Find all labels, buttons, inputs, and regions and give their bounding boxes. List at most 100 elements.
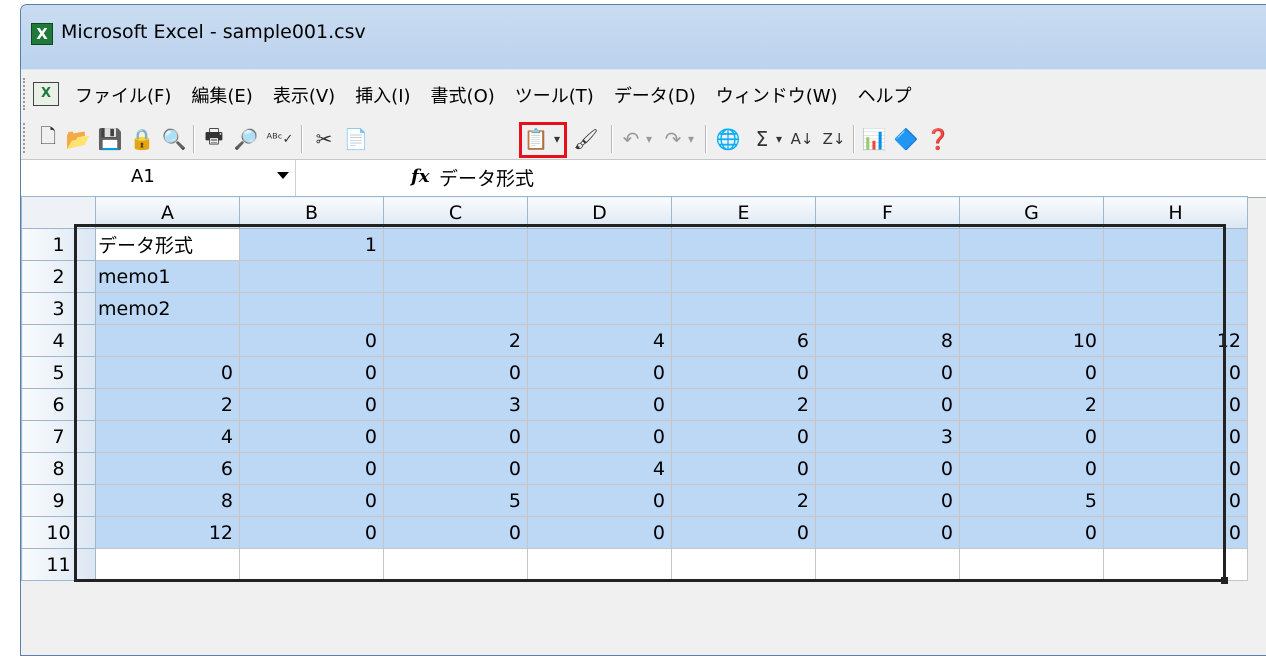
- cell[interactable]: 2: [95, 388, 240, 421]
- row-header[interactable]: 3: [21, 292, 96, 325]
- help-icon[interactable]: ❓: [925, 125, 951, 153]
- cell[interactable]: 4: [95, 420, 240, 453]
- cell[interactable]: 0: [815, 516, 960, 549]
- cell[interactable]: memo1: [95, 260, 240, 293]
- row-header[interactable]: 11: [21, 548, 96, 581]
- cell[interactable]: 0: [671, 452, 816, 485]
- cell[interactable]: 1: [239, 228, 384, 261]
- save-icon[interactable]: 💾: [97, 125, 123, 153]
- cell[interactable]: 0: [671, 420, 816, 453]
- cell[interactable]: 0: [671, 516, 816, 549]
- cell[interactable]: [959, 260, 1104, 293]
- new-icon[interactable]: 🗋: [35, 124, 61, 153]
- cell[interactable]: 0: [527, 388, 672, 421]
- cell[interactable]: 0: [815, 388, 960, 421]
- toolbar-grip[interactable]: [23, 123, 29, 153]
- cell[interactable]: 4: [527, 324, 672, 357]
- fill-handle[interactable]: [1221, 577, 1228, 584]
- column-header[interactable]: G: [959, 196, 1104, 229]
- column-header[interactable]: A: [95, 196, 240, 229]
- row-header[interactable]: 8: [21, 452, 96, 485]
- formula-input[interactable]: データ形式: [439, 164, 534, 191]
- cell[interactable]: 2: [383, 324, 528, 357]
- cell[interactable]: [527, 260, 672, 293]
- cell[interactable]: 0: [959, 516, 1104, 549]
- cell[interactable]: 0: [815, 356, 960, 389]
- cell[interactable]: 2: [959, 388, 1104, 421]
- sort-desc-icon[interactable]: Z↓: [821, 125, 847, 153]
- cell[interactable]: [815, 548, 960, 581]
- column-header[interactable]: D: [527, 196, 672, 229]
- cell[interactable]: [959, 228, 1104, 261]
- undo-dropdown-icon[interactable]: ▾: [643, 125, 655, 153]
- menu-edit[interactable]: 編集(E): [181, 82, 262, 108]
- cell[interactable]: [959, 292, 1104, 325]
- format-painter-icon[interactable]: 🖌: [573, 125, 599, 153]
- column-header[interactable]: H: [1103, 196, 1248, 229]
- cell[interactable]: [1103, 228, 1248, 261]
- cell[interactable]: 0: [815, 484, 960, 517]
- cell[interactable]: 5: [959, 484, 1104, 517]
- cell[interactable]: 3: [815, 420, 960, 453]
- menu-window[interactable]: ウィンドウ(W): [706, 82, 848, 108]
- cell[interactable]: 5: [383, 484, 528, 517]
- cell[interactable]: 0: [95, 356, 240, 389]
- row-header[interactable]: 9: [21, 484, 96, 517]
- sort-asc-icon[interactable]: A↓: [789, 125, 815, 153]
- cell[interactable]: 0: [383, 516, 528, 549]
- cell[interactable]: 0: [959, 420, 1104, 453]
- menu-file[interactable]: ファイル(F): [65, 82, 181, 108]
- cell[interactable]: [383, 292, 528, 325]
- print-preview-icon[interactable]: 🔎: [233, 125, 259, 153]
- menu-insert[interactable]: 挿入(I): [345, 82, 420, 108]
- cell[interactable]: [671, 292, 816, 325]
- cell[interactable]: [1103, 548, 1248, 581]
- column-header[interactable]: B: [239, 196, 384, 229]
- cell[interactable]: [815, 292, 960, 325]
- cell[interactable]: [239, 292, 384, 325]
- cut-icon[interactable]: ✂: [311, 125, 337, 153]
- cell[interactable]: [383, 548, 528, 581]
- cell[interactable]: 0: [239, 420, 384, 453]
- cell[interactable]: [239, 260, 384, 293]
- cell[interactable]: [383, 260, 528, 293]
- cell[interactable]: 6: [95, 452, 240, 485]
- cell[interactable]: [527, 292, 672, 325]
- cell[interactable]: 0: [1103, 420, 1248, 453]
- cell[interactable]: [815, 228, 960, 261]
- cell[interactable]: 0: [1103, 356, 1248, 389]
- cell[interactable]: 0: [959, 356, 1104, 389]
- cell[interactable]: 0: [527, 516, 672, 549]
- cell[interactable]: 0: [239, 324, 384, 357]
- cell[interactable]: 0: [1103, 452, 1248, 485]
- workbook-icon[interactable]: X: [33, 82, 59, 106]
- row-header[interactable]: 2: [21, 260, 96, 293]
- cell[interactable]: 0: [959, 452, 1104, 485]
- permission-icon[interactable]: 🔒: [129, 125, 155, 153]
- spelling-icon[interactable]: ᴬᴮᶜ✓: [265, 125, 295, 153]
- cell[interactable]: [1103, 292, 1248, 325]
- name-box[interactable]: A1: [21, 160, 296, 197]
- redo-icon[interactable]: ↷: [661, 125, 685, 153]
- cell[interactable]: [671, 260, 816, 293]
- research-icon[interactable]: 🔍: [161, 125, 187, 153]
- cell[interactable]: 12: [95, 516, 240, 549]
- cell[interactable]: [671, 548, 816, 581]
- cell[interactable]: 0: [383, 420, 528, 453]
- cell[interactable]: [1103, 260, 1248, 293]
- cell[interactable]: 8: [815, 324, 960, 357]
- cell[interactable]: 0: [527, 420, 672, 453]
- cell[interactable]: 3: [383, 388, 528, 421]
- cell[interactable]: 0: [1103, 516, 1248, 549]
- cell[interactable]: [527, 548, 672, 581]
- menu-tools[interactable]: ツール(T): [505, 82, 604, 108]
- cell[interactable]: 12: [1103, 324, 1248, 357]
- cell[interactable]: 6: [671, 324, 816, 357]
- cell[interactable]: [239, 548, 384, 581]
- row-header[interactable]: 4: [21, 324, 96, 357]
- row-header[interactable]: 6: [21, 388, 96, 421]
- copy-icon[interactable]: 📄: [343, 125, 369, 153]
- menu-format[interactable]: 書式(O): [421, 82, 505, 108]
- print-icon[interactable]: 🖶: [201, 124, 227, 153]
- cell[interactable]: 0: [239, 356, 384, 389]
